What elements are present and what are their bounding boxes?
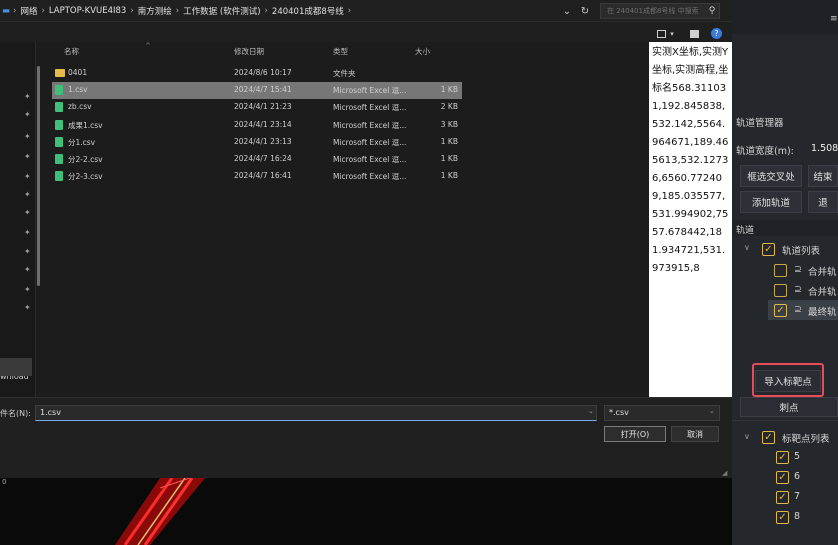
search-input[interactable]: 在 240401成都8号线 中搜索 [600, 3, 720, 19]
column-header-type[interactable]: 类型 [333, 46, 348, 60]
track-list-label: 轨道列表 [782, 246, 821, 257]
chevron-down-icon[interactable]: ∨ [744, 243, 750, 252]
refresh-icon[interactable]: ↻ [578, 4, 592, 18]
track-checkbox[interactable]: ✓ [774, 264, 787, 277]
pin-icon: ✦ [24, 228, 31, 237]
csv-file-icon [55, 85, 63, 95]
target-list-label: 标靶点列表 [782, 434, 830, 445]
file-row[interactable]: 分2-3.csv 2024/4/7 16:41 Microsoft Excel … [52, 168, 462, 185]
track-icon: ⊇ [794, 284, 802, 295]
file-row[interactable]: 成果1.csv 2024/4/1 23:14 Microsoft Excel 逗… [52, 117, 462, 134]
canvas-marker: 0 [2, 478, 7, 486]
target-label[interactable]: 7 [794, 491, 800, 502]
end-button[interactable]: 结束 [808, 165, 838, 187]
track-label[interactable]: 合并轨 [808, 264, 837, 278]
pin-icon: ✦ [24, 110, 31, 119]
target-list-checkbox[interactable]: ✓ [762, 431, 775, 444]
menu-icon[interactable]: ≡ [830, 14, 838, 24]
nav-item-selected[interactable] [0, 358, 32, 376]
pin-icon: ✦ [24, 132, 31, 141]
folder-icon [55, 69, 65, 77]
chevron-down-icon[interactable]: ⌄ [709, 407, 715, 415]
breadcrumb-item-computer[interactable]: LAPTOP-KVUE4I83 [49, 6, 126, 16]
csv-file-icon [55, 137, 63, 147]
back-button[interactable]: 退 [808, 191, 838, 213]
add-track-button[interactable]: 添加轨道 [740, 191, 802, 213]
csv-file-icon [55, 171, 63, 181]
stab-point-button[interactable]: 刺点 [740, 397, 838, 417]
pin-icon: ✦ [24, 92, 31, 101]
file-row[interactable]: zb.csv 2024/4/1 21:23 Microsoft Excel 逗.… [52, 99, 462, 116]
target-checkbox[interactable]: ✓ [776, 451, 789, 464]
breadcrumb-item-company[interactable]: 南方测绘 [138, 5, 172, 17]
point-cloud-canvas[interactable]: 0 [0, 478, 732, 545]
breadcrumb-item-network[interactable]: 网络 [20, 5, 37, 17]
file-row[interactable]: 0401 2024/8/6 10:17 文件夹 [52, 65, 462, 82]
breadcrumb-item-project[interactable]: 240401成都8号线 [272, 5, 344, 17]
chevron-down-icon[interactable]: ▾ [668, 28, 676, 40]
dialog-toolbar [0, 22, 732, 42]
pin-icon: ✦ [24, 152, 31, 161]
file-row-selected[interactable]: 1.csv 2024/4/7 15:41 Microsoft Excel 逗..… [52, 82, 462, 99]
breadcrumb-item-workdata[interactable]: 工作数据 (软件测试) [183, 5, 260, 17]
location-icon: ▬ [2, 5, 11, 16]
filename-label: 件名(N): [0, 409, 31, 418]
nav-scrollbar[interactable] [37, 66, 40, 286]
panel-title: 轨道管理器 [736, 118, 784, 129]
preview-pane-icon[interactable] [690, 30, 699, 38]
filename-input[interactable]: 1.csv [35, 405, 597, 421]
file-row[interactable]: 分1.csv 2024/4/1 23:13 Microsoft Excel 逗.… [52, 134, 462, 151]
track-icon: ⊇ [794, 304, 802, 315]
column-header-date[interactable]: 修改日期 [234, 46, 264, 60]
chevron-down-icon[interactable]: ∨ [744, 432, 750, 441]
file-preview-pane: 实测X坐标,实测Y坐标,实测高程,坐标名568.311031,192.84583… [649, 42, 732, 397]
panel-header-strip [732, 0, 838, 34]
csv-file-icon [55, 120, 63, 130]
target-label[interactable]: 8 [794, 511, 800, 522]
column-header-name[interactable]: 名称 [64, 46, 79, 60]
sort-icon: ^ [145, 42, 151, 50]
pin-icon: ✦ [24, 190, 31, 199]
target-label[interactable]: 6 [794, 471, 800, 482]
search-icon[interactable]: ⚲ [706, 4, 718, 18]
chevron-down-icon[interactable]: ⌄ [588, 407, 594, 415]
track-width-input[interactable]: 1.508 [811, 143, 838, 154]
highlight-annotation [752, 363, 824, 397]
tracks-header-label: 轨道 [736, 226, 755, 236]
history-dropdown-icon[interactable]: ⌄ [560, 4, 574, 18]
track-width-label: 轨道宽度(m): [736, 146, 794, 157]
target-label[interactable]: 5 [794, 451, 800, 462]
cancel-button[interactable]: 取消 [671, 426, 719, 442]
pin-icon: ✦ [24, 303, 31, 312]
rail-track-render [115, 478, 205, 545]
file-row[interactable]: 分2-2.csv 2024/4/7 16:24 Microsoft Excel … [52, 151, 462, 168]
view-mode-icon[interactable] [657, 30, 666, 38]
track-checkbox[interactable]: ✓ [774, 284, 787, 297]
track-label[interactable]: 合并轨 [808, 284, 837, 298]
target-checkbox[interactable]: ✓ [776, 471, 789, 484]
pin-icon: ✦ [24, 208, 31, 217]
target-checkbox[interactable]: ✓ [776, 491, 789, 504]
pin-icon: ✦ [24, 285, 31, 294]
view-toolbar: ▾ ? [649, 26, 732, 42]
csv-file-icon [55, 102, 63, 112]
pin-icon: ✦ [24, 247, 31, 256]
pin-icon: ✦ [24, 265, 31, 274]
pin-icon: ✦ [24, 172, 31, 181]
resize-grip-icon[interactable]: ◢ [722, 469, 727, 477]
divider [732, 420, 838, 421]
track-label[interactable]: 最终轨 [808, 304, 837, 318]
csv-file-icon [55, 154, 63, 164]
help-icon[interactable]: ? [711, 28, 722, 39]
track-icon: ⊇ [794, 264, 802, 275]
filetype-select[interactable]: *.csv [604, 405, 720, 421]
track-checkbox[interactable]: ✓ [774, 304, 787, 317]
column-header-size[interactable]: 大小 [415, 46, 430, 60]
target-checkbox[interactable]: ✓ [776, 511, 789, 524]
track-list-checkbox[interactable]: ✓ [762, 243, 775, 256]
select-crossing-button[interactable]: 框选交叉处 [740, 165, 802, 187]
track-shape [115, 478, 205, 545]
open-button[interactable]: 打开(O) [604, 426, 666, 442]
